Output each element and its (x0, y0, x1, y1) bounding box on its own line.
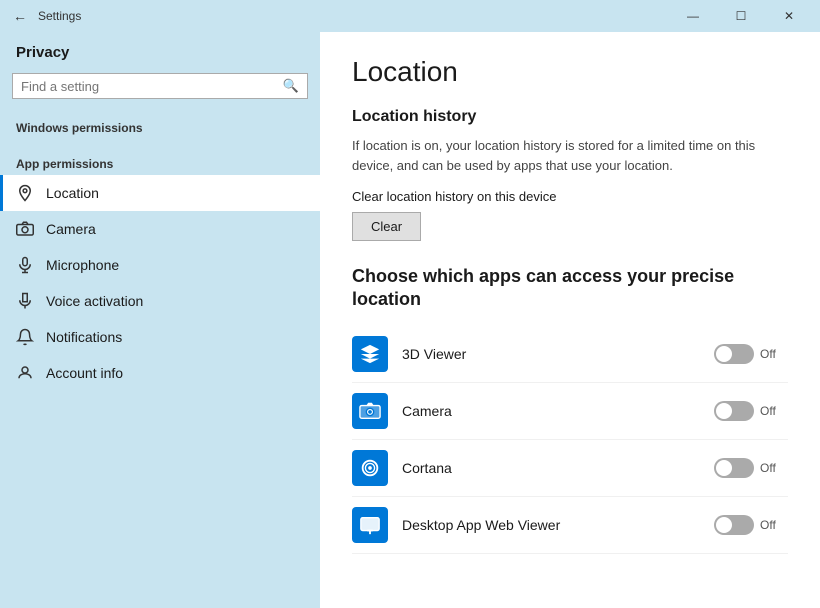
app-name-desktop-web: Desktop App Web Viewer (402, 517, 714, 533)
toggle-label-cortana: Off (760, 461, 788, 475)
app-icon-3dviewer (352, 336, 388, 372)
toggle-switch-3dviewer[interactable] (714, 344, 754, 364)
voice-icon (16, 292, 34, 310)
toggle-desktop-web[interactable]: Off (714, 515, 788, 535)
sidebar-item-notifications-label: Notifications (46, 329, 122, 345)
location-history-desc: If location is on, your location history… (352, 136, 788, 175)
app-name-camera: Camera (402, 403, 714, 419)
sidebar-header: Privacy (0, 32, 320, 69)
toggle-label-camera: Off (760, 404, 788, 418)
maximize-button[interactable]: ☐ (718, 0, 764, 32)
sidebar-item-account-label: Account info (46, 365, 123, 381)
location-history-section: Location history If location is on, your… (352, 108, 788, 265)
window-controls: — ☐ ✕ (670, 0, 812, 32)
search-icon[interactable]: 🔍 (283, 78, 299, 94)
location-icon (16, 184, 34, 202)
clear-button[interactable]: Clear (352, 212, 421, 241)
sidebar-item-voice[interactable]: Voice activation (0, 283, 320, 319)
sidebar: Privacy 🔍 Windows permissions App permis… (0, 32, 320, 608)
app-permissions-label: App permissions (0, 139, 320, 175)
content-area: Location Location history If location is… (320, 32, 820, 608)
search-box[interactable]: 🔍 (12, 73, 308, 99)
notifications-icon (16, 328, 34, 346)
toggle-camera[interactable]: Off (714, 401, 788, 421)
location-history-title: Location history (352, 108, 788, 126)
toggle-3dviewer[interactable]: Off (714, 344, 788, 364)
toggle-cortana[interactable]: Off (714, 458, 788, 478)
toggle-label-3dviewer: Off (760, 347, 788, 361)
toggle-label-desktop-web: Off (760, 518, 788, 532)
sidebar-item-account[interactable]: Account info (0, 355, 320, 391)
sidebar-item-microphone[interactable]: Microphone (0, 247, 320, 283)
windows-permissions-label: Windows permissions (0, 107, 320, 139)
clear-label: Clear location history on this device (352, 189, 788, 204)
sidebar-item-microphone-label: Microphone (46, 257, 119, 273)
app-row-desktop-web: Desktop App Web Viewer Off (352, 497, 788, 554)
page-title: Location (352, 56, 788, 88)
sidebar-item-location-label: Location (46, 185, 99, 201)
minimize-button[interactable]: — (670, 0, 716, 32)
title-bar-label: Settings (38, 9, 670, 23)
app-name-3dviewer: 3D Viewer (402, 346, 714, 362)
back-icon: ← (13, 8, 27, 24)
toggle-switch-cortana[interactable] (714, 458, 754, 478)
toggle-switch-desktop-web[interactable] (714, 515, 754, 535)
app-row-camera: Camera Off (352, 383, 788, 440)
microphone-icon (16, 256, 34, 274)
app-row-3dviewer: 3D Viewer Off (352, 326, 788, 383)
app-icon-camera (352, 393, 388, 429)
close-button[interactable]: ✕ (766, 0, 812, 32)
app-icon-cortana (352, 450, 388, 486)
sidebar-item-notifications[interactable]: Notifications (0, 319, 320, 355)
account-icon (16, 364, 34, 382)
apps-section-title: Choose which apps can access your precis… (352, 265, 788, 312)
search-input[interactable] (21, 79, 283, 94)
sidebar-item-voice-label: Voice activation (46, 293, 143, 309)
app-icon-desktop-web (352, 507, 388, 543)
camera-icon (16, 220, 34, 238)
app-name-cortana: Cortana (402, 460, 714, 476)
app-row-cortana: Cortana Off (352, 440, 788, 497)
back-button[interactable]: ← (8, 4, 32, 28)
sidebar-item-camera-label: Camera (46, 221, 96, 237)
title-bar: ← Settings — ☐ ✕ (0, 0, 820, 32)
sidebar-item-camera[interactable]: Camera (0, 211, 320, 247)
sidebar-item-location[interactable]: Location (0, 175, 320, 211)
main-layout: Privacy 🔍 Windows permissions App permis… (0, 32, 820, 608)
toggle-switch-camera[interactable] (714, 401, 754, 421)
